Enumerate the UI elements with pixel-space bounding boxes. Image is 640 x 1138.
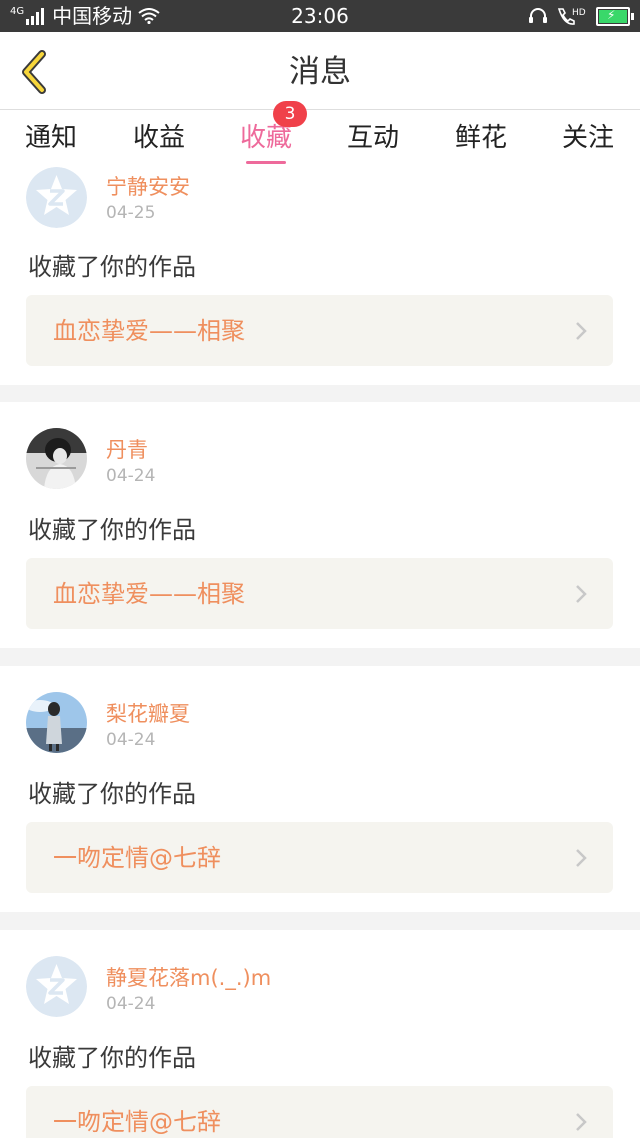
tab-bar: 通知 收益 收藏 3 互动 鲜花 关注 [0, 101, 640, 170]
hd-label: HD [572, 8, 586, 18]
hd-call-icon: HD [557, 8, 586, 25]
page-title: 消息 [289, 54, 351, 90]
header-bar: 消息 [0, 32, 640, 110]
default-qq-icon [26, 167, 87, 228]
message-date: 04-25 [106, 203, 156, 223]
tab-label: 通知 [24, 123, 77, 153]
status-right: HD ⚡ [520, 0, 634, 32]
avatar[interactable] [26, 428, 87, 489]
message-card: 梨花瓣夏 04-24 收藏了你的作品 一吻定情@七辞 [0, 666, 640, 912]
message-card: 静夏花落m(._.)m 04-24 收藏了你的作品 一吻定情@七辞 [0, 930, 640, 1138]
user-name[interactable]: 静夏花落m(._.)m [106, 962, 271, 992]
action-text: 收藏了你的作品 [28, 516, 196, 544]
chevron-right-icon [576, 585, 587, 603]
work-title: 血恋挚爱——相聚 [53, 580, 245, 608]
user-photo-avatar [26, 428, 87, 489]
tab-label: 互动 [346, 123, 399, 153]
action-text: 收藏了你的作品 [28, 1044, 196, 1072]
active-tab-indicator [246, 161, 286, 164]
tab-label: 鲜花 [454, 123, 507, 153]
tab-notifications[interactable]: 通知 [1, 110, 101, 170]
message-card: 丹青 04-24 收藏了你的作品 血恋挚爱——相聚 [0, 402, 640, 648]
user-name[interactable]: 梨花瓣夏 [106, 698, 190, 728]
tab-favorites[interactable]: 收藏 3 [216, 101, 316, 170]
chevron-right-icon [576, 322, 587, 340]
chevron-right-icon [576, 849, 587, 867]
tab-flowers[interactable]: 鲜花 [431, 110, 531, 170]
work-title: 一吻定情@七辞 [53, 844, 221, 872]
tab-label: 收藏 [239, 123, 292, 153]
avatar[interactable] [26, 956, 87, 1017]
work-link[interactable]: 血恋挚爱——相聚 [26, 558, 613, 629]
tab-follows[interactable]: 关注 [538, 110, 638, 170]
status-bar: 4G 中国移动 23:06 HD ⚡ [0, 0, 640, 32]
tab-label: 收益 [132, 123, 185, 153]
battery-icon: ⚡ [596, 6, 634, 26]
work-link[interactable]: 血恋挚爱——相聚 [26, 295, 613, 366]
message-date: 04-24 [106, 466, 156, 486]
user-name[interactable]: 宁静安安 [106, 171, 190, 201]
unread-badge: 3 [273, 101, 307, 127]
message-card: 宁静安安 04-25 收藏了你的作品 血恋挚爱——相聚 [0, 167, 640, 385]
tab-interactions[interactable]: 互动 [323, 110, 423, 170]
message-date: 04-24 [106, 730, 156, 750]
user-photo-avatar [26, 692, 87, 753]
tab-label: 关注 [561, 123, 614, 153]
work-link[interactable]: 一吻定情@七辞 [26, 822, 613, 893]
action-text: 收藏了你的作品 [28, 253, 196, 281]
chevron-right-icon [576, 1113, 587, 1131]
avatar[interactable] [26, 692, 87, 753]
app-screen: 4G 中国移动 23:06 HD ⚡ 消息 通知 收益 收藏 3 互动 鲜花 关… [0, 0, 640, 1138]
message-date: 04-24 [106, 994, 156, 1014]
default-qq-icon [26, 956, 87, 1017]
headset-icon [529, 8, 547, 23]
avatar[interactable] [26, 167, 87, 228]
tab-earnings[interactable]: 收益 [109, 110, 209, 170]
work-title: 血恋挚爱——相聚 [53, 317, 245, 345]
work-link[interactable]: 一吻定情@七辞 [26, 1086, 613, 1138]
user-name[interactable]: 丹青 [106, 434, 148, 464]
action-text: 收藏了你的作品 [28, 780, 196, 808]
work-title: 一吻定情@七辞 [53, 1108, 221, 1136]
